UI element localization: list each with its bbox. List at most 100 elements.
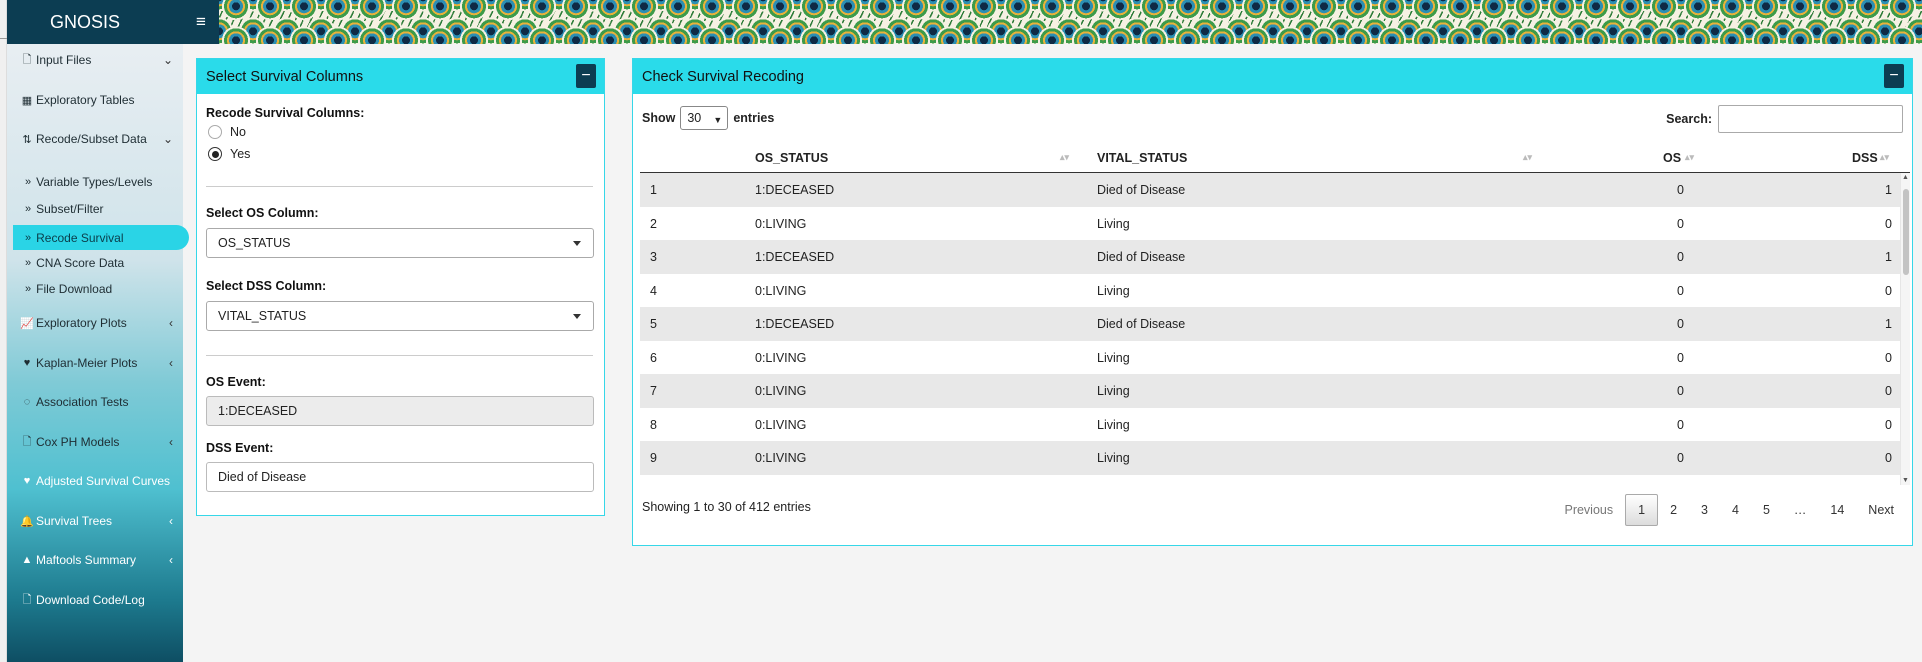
sidebar-subitem-recode-survival[interactable]: » Recode Survival xyxy=(13,225,189,250)
table-row[interactable]: 5 1:DECEASED Died of Disease 0 1 xyxy=(640,307,1902,341)
table-row[interactable]: 2 0:LIVING Living 0 0 xyxy=(640,207,1902,241)
sidebar-item-recode-subset[interactable]: ⇅ Recode/Subset Data ⌄ xyxy=(7,129,183,149)
minimize-button[interactable]: − xyxy=(1884,64,1904,88)
sidebar-item-label: Download Code/Log xyxy=(36,593,145,607)
sidebar-item-exploratory-plots[interactable]: 📈 Exploratory Plots ‹ xyxy=(7,313,183,333)
column-header-vital-status[interactable]: VITAL_STATUS xyxy=(1097,151,1187,165)
table-cell: 0:LIVING xyxy=(755,350,807,365)
table-row[interactable]: 10 0:LIVING Living 0 0 xyxy=(640,475,1902,486)
pagination: Previous 1 2 3 4 5 … 14 Next xyxy=(1552,494,1906,526)
chevron-left-icon: ‹ xyxy=(169,435,173,449)
pagination-page[interactable]: 14 xyxy=(1818,494,1856,526)
table-cell: 1:DECEASED xyxy=(755,183,835,197)
double-chevron-icon: » xyxy=(25,257,32,269)
radio-button[interactable] xyxy=(208,147,222,161)
pagination-page[interactable]: 4 xyxy=(1720,494,1751,526)
sort-icon: ⇅ xyxy=(22,133,32,146)
table-scrollbar[interactable]: ▲ ▼ xyxy=(1900,173,1910,485)
double-chevron-icon: » xyxy=(25,231,32,244)
sort-icon[interactable]: ▴▾ xyxy=(1523,152,1532,163)
table-cell: Living xyxy=(1097,283,1130,298)
pagination-page[interactable]: 3 xyxy=(1689,494,1720,526)
app-logo[interactable]: GNOSIS xyxy=(7,0,183,44)
table-row[interactable]: 6 0:LIVING Living 0 0 xyxy=(640,341,1902,375)
pagination-page[interactable]: 2 xyxy=(1658,494,1689,526)
table-cell: Living xyxy=(1097,350,1130,365)
radio-label: Yes xyxy=(230,147,251,161)
table-cell: 6 xyxy=(650,350,657,365)
pagination-page[interactable]: 5 xyxy=(1751,494,1782,526)
table-cell: 0 xyxy=(1677,451,1684,465)
os-event-field[interactable]: 1:DECEASED xyxy=(206,396,594,426)
sidebar-item-exploratory-tables[interactable]: ▦ Exploratory Tables xyxy=(7,90,183,110)
radio-no[interactable]: No xyxy=(208,125,246,139)
dss-event-field[interactable]: Died of Disease xyxy=(206,462,594,492)
table-row[interactable]: 3 1:DECEASED Died of Disease 0 1 xyxy=(640,240,1902,274)
sort-icon[interactable]: ▴▾ xyxy=(1685,152,1694,163)
sort-icon[interactable]: ▴▾ xyxy=(1060,152,1069,163)
table-cell: 1 xyxy=(650,183,657,197)
sidebar-item-label: Exploratory Plots xyxy=(36,316,127,330)
table-row[interactable]: 7 0:LIVING Living 0 0 xyxy=(640,374,1902,408)
double-chevron-icon: » xyxy=(25,176,32,188)
radio-button[interactable] xyxy=(208,125,222,139)
table-row[interactable]: 8 0:LIVING Living 0 0 xyxy=(640,408,1902,442)
sidebar-item-association-tests[interactable]: ◌ Association Tests xyxy=(7,392,183,412)
sidebar-item-label: Survival Trees xyxy=(36,514,113,528)
select-value: 30 xyxy=(687,111,702,125)
column-header-os[interactable]: OS xyxy=(1663,151,1681,165)
field-value: Died of Disease xyxy=(218,470,307,484)
sidebar-item-input-files[interactable]: 🗋 Input Files ⌄ xyxy=(7,50,183,70)
table-cell: 0 xyxy=(1885,451,1892,465)
search-label: Search: xyxy=(1666,112,1712,126)
column-header-dss[interactable]: DSS xyxy=(1852,151,1878,165)
sidebar-subitem-file-download[interactable]: » File Download xyxy=(7,280,183,298)
app-title: GNOSIS xyxy=(49,11,120,32)
scroll-up-icon[interactable]: ▲ xyxy=(1902,174,1909,181)
pagination-page[interactable]: 1 xyxy=(1625,494,1659,526)
table-cell: 7 xyxy=(650,384,657,398)
pagination-previous[interactable]: Previous xyxy=(1552,494,1625,526)
column-header-os-status[interactable]: OS_STATUS xyxy=(755,151,828,165)
heartbeat-icon: ♥ xyxy=(23,475,31,487)
radio-yes[interactable]: Yes xyxy=(208,147,250,161)
scroll-thumb[interactable] xyxy=(1903,189,1909,275)
table-cell: 3 xyxy=(650,250,657,264)
sidebar-item-download-code[interactable]: 🗋 Download Code/Log xyxy=(7,590,183,610)
table-row[interactable]: 1 1:DECEASED Died of Disease 0 1 xyxy=(640,173,1902,207)
header-banner xyxy=(219,0,1922,44)
table-cell: 0:LIVING xyxy=(755,216,807,231)
minimize-button[interactable]: − xyxy=(576,64,596,88)
hamburger-icon[interactable]: ≡ xyxy=(183,0,219,44)
sidebar-subitem-subset-filter[interactable]: » Subset/Filter xyxy=(7,200,183,218)
sidebar-item-label: Exploratory Tables xyxy=(36,93,135,107)
sidebar-subitem-variable-types[interactable]: » Variable Types/Levels xyxy=(7,173,183,191)
table-cell: Died of Disease xyxy=(1097,183,1186,197)
search-input[interactable] xyxy=(1718,105,1903,133)
table-row[interactable]: 4 0:LIVING Living 0 0 xyxy=(640,274,1902,308)
sidebar-subitem-cna-score[interactable]: » CNA Score Data xyxy=(7,254,183,272)
table-cell: 0 xyxy=(1885,216,1892,231)
sidebar-item-survival-trees[interactable]: 🔔 Survival Trees ‹ xyxy=(7,511,183,531)
table-cell: 2 xyxy=(650,216,657,231)
show-label: Show xyxy=(642,111,676,125)
os-event-label: OS Event: xyxy=(206,375,266,389)
sort-icon[interactable]: ▴▾ xyxy=(1880,152,1889,163)
file-icon: 🗋 xyxy=(22,53,32,66)
table-cell: 1 xyxy=(1885,183,1892,197)
table-cell: 10 xyxy=(650,485,664,486)
table-row[interactable]: 9 0:LIVING Living 0 0 xyxy=(640,441,1902,475)
sidebar-item-maftools[interactable]: ▲ Maftools Summary ‹ xyxy=(7,550,183,570)
entries-select[interactable]: 30 ▼ xyxy=(680,106,729,130)
table-cell: 1 xyxy=(1885,317,1892,331)
os-column-select[interactable]: OS_STATUS xyxy=(206,228,594,258)
check-survival-recoding-panel: Check Survival Recoding − Show 30 ▼ entr… xyxy=(632,58,1913,546)
scroll-down-icon[interactable]: ▼ xyxy=(1902,477,1909,484)
sidebar-item-cox-ph[interactable]: 🗋 Cox PH Models ‹ xyxy=(7,432,183,452)
table-cell: Living xyxy=(1097,384,1130,398)
table-cell: 0 xyxy=(1677,485,1684,486)
sidebar-item-kaplan-meier[interactable]: ♥ Kaplan-Meier Plots ‹ xyxy=(7,353,183,373)
pagination-next[interactable]: Next xyxy=(1856,494,1906,526)
dss-column-select[interactable]: VITAL_STATUS xyxy=(206,301,594,331)
sidebar-item-adjusted-survival[interactable]: ♥ Adjusted Survival Curves xyxy=(7,471,183,491)
